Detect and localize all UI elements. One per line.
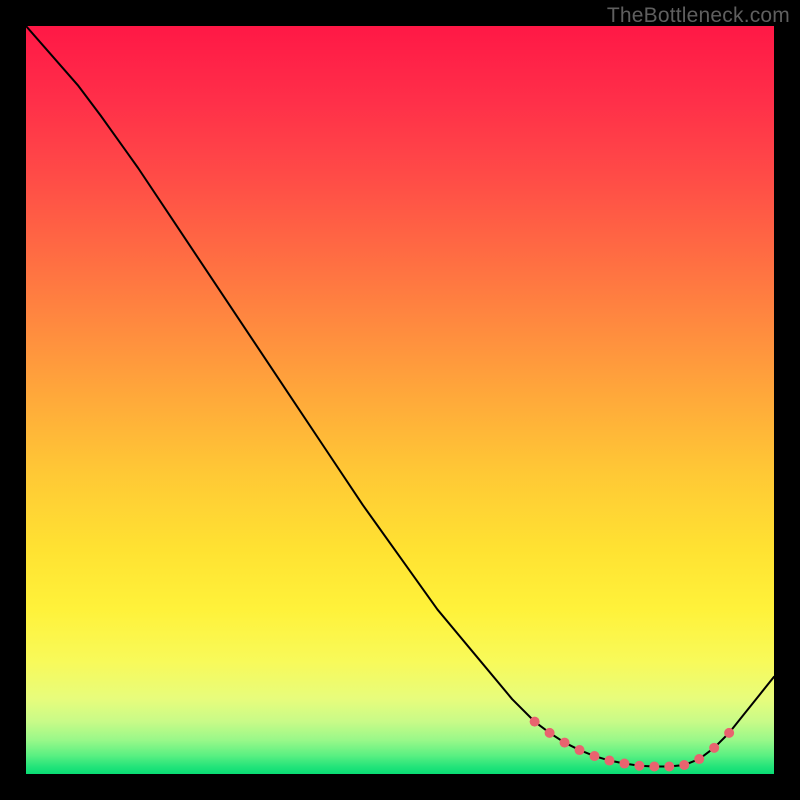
curve-marker — [664, 762, 674, 772]
curve-marker — [530, 717, 540, 727]
chart-plot — [26, 26, 774, 774]
curve-marker — [679, 760, 689, 770]
chart-svg — [26, 26, 774, 774]
curve-marker — [560, 738, 570, 748]
curve-marker — [634, 761, 644, 771]
curve-marker — [619, 759, 629, 769]
curve-marker — [724, 728, 734, 738]
curve-marker — [589, 751, 599, 761]
chart-outer-frame: TheBottleneck.com — [0, 0, 800, 800]
curve-marker — [545, 728, 555, 738]
curve-marker — [604, 756, 614, 766]
curve-marker — [709, 743, 719, 753]
curve-marker — [575, 745, 585, 755]
background-rect — [26, 26, 774, 774]
curve-marker — [694, 754, 704, 764]
watermark-text: TheBottleneck.com — [607, 4, 790, 28]
curve-marker — [649, 762, 659, 772]
